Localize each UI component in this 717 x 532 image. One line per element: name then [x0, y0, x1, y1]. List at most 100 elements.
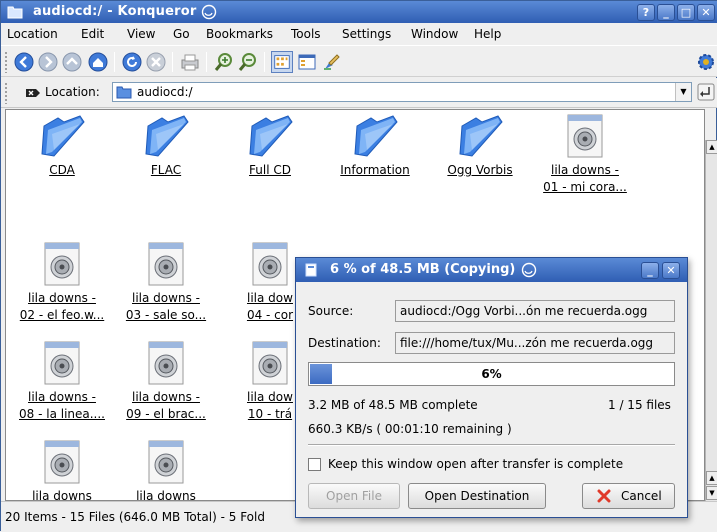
file-name: lila downs	[32, 489, 92, 501]
audio-file-item[interactable]: lila downs - 03 - sale so...	[114, 242, 218, 324]
scroll-up-button[interactable]: ▲	[706, 140, 717, 154]
audio-file-icon	[114, 440, 218, 484]
location-label: Location:	[45, 85, 100, 99]
menu-settings[interactable]: Settings	[342, 27, 391, 41]
progress-percent: 6%	[481, 367, 502, 381]
destination-label: Destination:	[308, 336, 381, 350]
location-dropdown-button[interactable]: ▼	[675, 83, 691, 101]
file-name: lila downs -	[28, 291, 96, 305]
folder-icon	[218, 114, 322, 158]
source-label: Source:	[308, 304, 354, 318]
close-button[interactable]: ✕	[697, 4, 715, 21]
audio-file-icon	[10, 341, 114, 385]
menu-window[interactable]: Window	[411, 27, 458, 41]
menu-help[interactable]: Help	[474, 27, 501, 41]
audio-file-item[interactable]: lila downs - 02 - el feo.w...	[10, 242, 114, 324]
file-name-line2: 02 - el feo.w...	[19, 308, 105, 322]
reload-icon[interactable]	[121, 51, 143, 73]
file-name: lila downs -	[551, 163, 619, 177]
copy-progress-bar: 6%	[308, 362, 675, 386]
print-icon[interactable]	[179, 51, 201, 73]
open-file-button[interactable]: Open File	[308, 483, 400, 509]
folder-icon	[323, 114, 427, 158]
back-icon[interactable]	[13, 51, 35, 73]
up-icon[interactable]	[61, 51, 83, 73]
folder-icon	[428, 114, 532, 158]
keep-open-checkbox[interactable]	[308, 458, 321, 471]
folder-item[interactable]: Full CD	[218, 114, 322, 179]
menu-view[interactable]: View	[127, 27, 155, 41]
toolbar-grip[interactable]	[4, 51, 8, 73]
dialog-title: 6 % of 48.5 MB (Copying)	[330, 262, 516, 277]
cancel-button[interactable]: Cancel	[582, 483, 675, 509]
location-grip[interactable]	[4, 82, 8, 104]
file-name: lila downs -	[132, 291, 200, 305]
scroll-up-button-bottom[interactable]: ▲	[706, 471, 717, 485]
folder-icon	[116, 86, 132, 99]
file-name: lila downs -	[28, 390, 96, 404]
folder-item[interactable]: Ogg Vorbis	[428, 114, 532, 179]
open-destination-button[interactable]: Open Destination	[408, 483, 546, 509]
menu-location[interactable]: Location	[7, 27, 58, 41]
destination-field: file:///home/tux/Mu...zón me recuerda.og…	[395, 332, 675, 354]
home-icon[interactable]	[87, 51, 109, 73]
audio-file-item[interactable]: lila downs - 01 - mi cora...	[533, 114, 637, 196]
folder-item[interactable]: Information	[323, 114, 427, 179]
folder-icon	[7, 6, 23, 19]
menu-go[interactable]: Go	[173, 27, 190, 41]
file-name: CDA	[49, 163, 75, 177]
minimize-button[interactable]: _	[657, 4, 675, 21]
zoom-out-icon[interactable]	[237, 51, 259, 73]
bytes-complete-text: 3.2 MB of 48.5 MB complete	[308, 398, 478, 412]
menu-edit[interactable]: Edit	[81, 27, 104, 41]
audio-file-icon	[533, 114, 637, 158]
file-name: Ogg Vorbis	[447, 163, 513, 177]
location-value: audiocd:/	[137, 85, 193, 99]
audio-file-item[interactable]: lila downs	[114, 440, 218, 501]
file-name-line2: 09 - el brac...	[126, 407, 206, 421]
location-input[interactable]: audiocd:/ ▼	[112, 82, 692, 102]
file-name-line2: 03 - sale so...	[125, 308, 207, 322]
title-bar[interactable]: audiocd:/ - Konqueror ? _ □ ✕	[1, 1, 717, 23]
window-title: audiocd:/ - Konqueror	[33, 4, 197, 19]
dialog-title-bar[interactable]: 6 % of 48.5 MB (Copying) _ ✕	[296, 258, 687, 282]
menu-bookmarks[interactable]: Bookmarks	[206, 27, 273, 41]
status-text: 20 Items - 15 Files (646.0 MB Total) - 5…	[5, 510, 265, 524]
file-name: lila downs	[136, 489, 196, 501]
konqueror-gear-icon[interactable]	[695, 51, 717, 73]
dialog-close-button[interactable]: ✕	[662, 262, 680, 279]
brush-icon[interactable]	[321, 51, 343, 73]
spiral-icon	[201, 4, 217, 20]
source-field: audiocd:/Ogg Vorbi...ón me recuerda.ogg	[395, 300, 675, 322]
audio-file-item[interactable]: lila downs - 09 - el brac...	[114, 341, 218, 423]
copy-progress-dialog: 6 % of 48.5 MB (Copying) _ ✕ Source: aud…	[295, 257, 688, 518]
zoom-in-icon[interactable]	[213, 51, 235, 73]
folder-icon	[114, 114, 218, 158]
file-name: FLAC	[150, 163, 182, 177]
dialog-separator	[308, 444, 675, 446]
go-icon[interactable]	[697, 83, 715, 101]
maximize-button[interactable]: □	[677, 4, 695, 21]
main-toolbar	[1, 45, 717, 77]
clear-location-icon[interactable]	[25, 86, 41, 100]
folder-item[interactable]: FLAC	[114, 114, 218, 179]
stop-icon[interactable]	[145, 51, 167, 73]
vertical-scrollbar[interactable]: ▲ ▲ ▼	[705, 140, 717, 501]
help-button[interactable]: ?	[637, 4, 655, 21]
file-name: lila downs -	[132, 390, 200, 404]
dialog-minimize-button[interactable]: _	[641, 262, 659, 279]
audio-file-icon	[10, 440, 114, 484]
audio-file-item[interactable]: lila downs	[10, 440, 114, 501]
icon-view-icon[interactable]	[271, 51, 293, 73]
menu-tools[interactable]: Tools	[291, 27, 321, 41]
forward-icon[interactable]	[37, 51, 59, 73]
files-count-text: 1 / 15 files	[608, 398, 671, 412]
audio-file-item[interactable]: lila downs - 08 - la linea....	[10, 341, 114, 423]
scroll-down-button[interactable]: ▼	[706, 486, 717, 500]
audio-file-icon	[114, 242, 218, 286]
folder-item[interactable]: CDA	[10, 114, 114, 179]
file-name: Full CD	[249, 163, 291, 177]
file-name-line2: 01 - mi cora...	[543, 180, 627, 194]
keep-open-label[interactable]: Keep this window open after transfer is …	[328, 457, 623, 471]
detail-view-icon[interactable]	[296, 51, 318, 73]
